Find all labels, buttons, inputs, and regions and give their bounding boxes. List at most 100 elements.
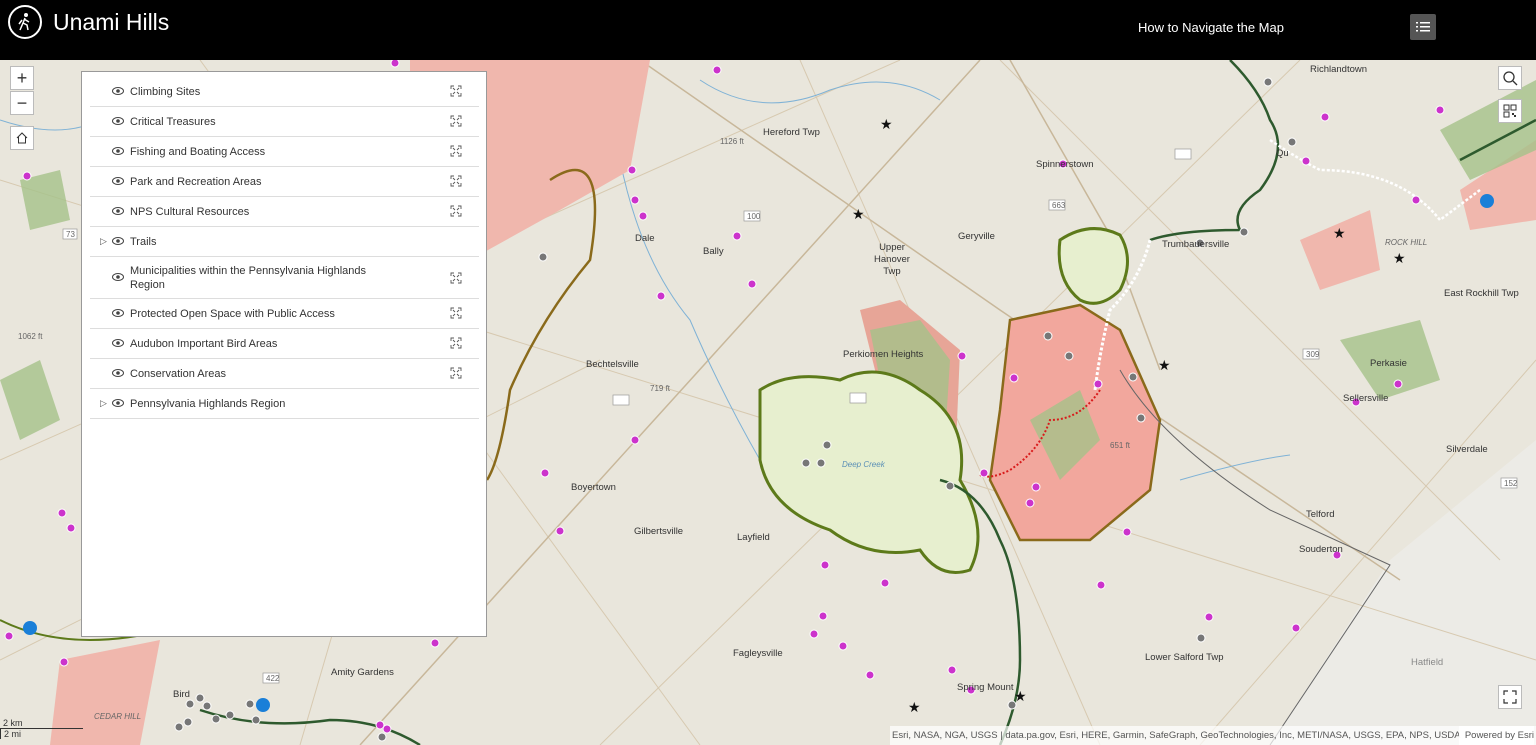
search-icon	[1503, 71, 1518, 86]
scale-km: 2 km	[0, 718, 83, 729]
eye-icon[interactable]	[112, 176, 124, 186]
road-shield-label: 73	[66, 230, 75, 239]
road-shield-label: 422	[266, 674, 280, 683]
eye-icon[interactable]	[112, 146, 124, 156]
map-label-bechtelsville: Bechtelsville	[586, 359, 639, 370]
layer-item-pa-highlands-region[interactable]: ▷ Pennsylvania Highlands Region	[90, 389, 479, 419]
map-label-east-rockhill: East Rockhill Twp	[1444, 288, 1519, 299]
qr-code-button[interactable]	[1498, 99, 1522, 123]
zoom-to-layer-icon[interactable]	[450, 367, 462, 379]
layer-label: Trails	[130, 236, 157, 248]
zoom-to-layer-icon[interactable]	[450, 337, 462, 349]
map-label-hereford-twp: Hereford Twp	[763, 127, 820, 138]
map-label-sellersville: Sellersville	[1343, 393, 1389, 404]
zoom-to-layer-icon[interactable]	[450, 307, 462, 319]
map-label-cedar-hill: CEDAR HILL	[94, 712, 142, 721]
eye-icon[interactable]	[112, 398, 124, 408]
map-label-souderton: Souderton	[1299, 544, 1343, 555]
map-label-telford: Telford	[1306, 509, 1335, 520]
zoom-to-layer-icon[interactable]	[450, 175, 462, 187]
layer-label: Municipalities within the Pennsylvania H…	[130, 265, 367, 291]
app-title: Unami Hills	[53, 9, 170, 35]
map-label-bally: Bally	[703, 246, 724, 257]
layer-label: NPS Cultural Resources	[130, 206, 250, 218]
svg-text:★: ★	[1333, 226, 1346, 242]
layer-item-municipalities[interactable]: Municipalities within the Pennsylvania H…	[90, 257, 479, 299]
eye-icon[interactable]	[112, 272, 124, 282]
eye-icon[interactable]	[112, 86, 124, 96]
fullscreen-icon	[1503, 690, 1517, 704]
search-button[interactable]	[1498, 66, 1522, 90]
how-to-navigate-link[interactable]: How to Navigate the Map	[1138, 20, 1284, 35]
eye-icon[interactable]	[112, 116, 124, 126]
layer-item-fishing-boating[interactable]: Fishing and Boating Access	[90, 137, 479, 167]
qr-code-icon	[1503, 104, 1517, 118]
layer-item-park-recreation[interactable]: Park and Recreation Areas	[90, 167, 479, 197]
plus-icon: +	[16, 68, 28, 88]
layer-item-conservation-areas[interactable]: Conservation Areas	[90, 359, 479, 389]
eye-icon[interactable]	[112, 338, 124, 348]
map-label-quakertown: Qu	[1276, 148, 1289, 159]
map-label-spinnerstown: Spinnerstown	[1036, 159, 1094, 170]
zoom-to-layer-icon[interactable]	[450, 85, 462, 97]
map-label-richlandtown: Richlandtown	[1310, 64, 1368, 75]
road-shield-label: 309	[1306, 350, 1320, 359]
eye-icon[interactable]	[112, 308, 124, 318]
expand-caret-icon[interactable]: ▷	[100, 236, 107, 247]
powered-by-esri[interactable]: Powered by Esri	[1458, 726, 1534, 745]
layer-item-climbing-sites[interactable]: Climbing Sites	[90, 77, 479, 107]
scale-bar: 2 km 2 mi	[0, 718, 84, 739]
map-label-fagleysville: Fagleysville	[733, 648, 783, 659]
home-button[interactable]	[10, 126, 34, 150]
zoom-to-layer-icon[interactable]	[450, 145, 462, 157]
layer-item-protected-open-space[interactable]: Protected Open Space with Public Access	[90, 299, 479, 329]
map-label-elevation: 1062 ft	[18, 332, 43, 341]
layer-item-audubon-bird-areas[interactable]: Audubon Important Bird Areas	[90, 329, 479, 359]
zoom-in-button[interactable]: +	[10, 66, 34, 90]
map-label-elevation: 1126 ft	[720, 137, 744, 146]
layer-item-nps-cultural[interactable]: NPS Cultural Resources	[90, 197, 479, 227]
zoom-to-layer-icon[interactable]	[450, 272, 462, 284]
zoom-out-button[interactable]: −	[10, 91, 34, 115]
zoom-to-layer-icon[interactable]	[450, 115, 462, 127]
map-label-deep-creek: Deep Creek	[842, 460, 885, 469]
layer-label: Pennsylvania Highlands Region	[130, 398, 286, 410]
layer-label: Fishing and Boating Access	[130, 146, 266, 158]
svg-text:★: ★	[1158, 358, 1171, 374]
eye-icon[interactable]	[112, 206, 124, 216]
map-label-dale: Dale	[635, 233, 655, 244]
attribution-bar: Esri, NASA, NGA, USGS | data.pa.gov, Esr…	[890, 726, 1536, 745]
eye-icon[interactable]	[112, 236, 124, 246]
expand-caret-icon[interactable]: ▷	[100, 398, 107, 409]
attribution-text: Esri, NASA, NGA, USGS | data.pa.gov, Esr…	[892, 730, 1461, 741]
layer-item-critical-treasures[interactable]: Critical Treasures	[90, 107, 479, 137]
map-label-silverdale: Silverdale	[1446, 444, 1488, 455]
layer-item-trails[interactable]: ▷ Trails	[90, 227, 479, 257]
layer-list-panel: Climbing Sites Critical Treasures Fishin…	[81, 71, 487, 637]
svg-text:★: ★	[852, 207, 865, 223]
home-icon	[16, 132, 28, 144]
map-label-geryville: Geryville	[958, 231, 995, 242]
zoom-to-layer-icon[interactable]	[450, 205, 462, 217]
map-label-hatfield: Hatfield	[1411, 657, 1444, 668]
layer-list-toggle-button[interactable]	[1410, 14, 1436, 40]
map-label-rock-hill: ROCK HILL	[1385, 238, 1428, 247]
layer-label: Climbing Sites	[130, 86, 201, 98]
list-icon	[1416, 22, 1430, 32]
map-label-amity-gardens: Amity Gardens	[331, 667, 394, 678]
svg-text:★: ★	[1014, 689, 1027, 705]
layer-label: Protected Open Space with Public Access	[130, 308, 335, 320]
map-label-elevation: 719 ft	[650, 384, 671, 393]
map-label-lower-salford: Lower Salford Twp	[1145, 652, 1224, 663]
road-shield-label: 100	[747, 212, 761, 221]
map-label-perkasie: Perkasie	[1370, 358, 1407, 369]
road-shield-label: 152	[1504, 479, 1518, 488]
map-label-spring-mount: Spring Mount	[957, 682, 1014, 693]
fullscreen-button[interactable]	[1498, 685, 1522, 709]
map-label-perkiomen-heights: Perkiomen Heights	[843, 349, 924, 360]
road-shield-label: 663	[1052, 201, 1066, 210]
svg-text:★: ★	[880, 117, 893, 133]
eye-icon[interactable]	[112, 368, 124, 378]
map-label-elevation: 651 ft	[1110, 441, 1131, 450]
layer-label: Audubon Important Bird Areas	[130, 338, 278, 350]
